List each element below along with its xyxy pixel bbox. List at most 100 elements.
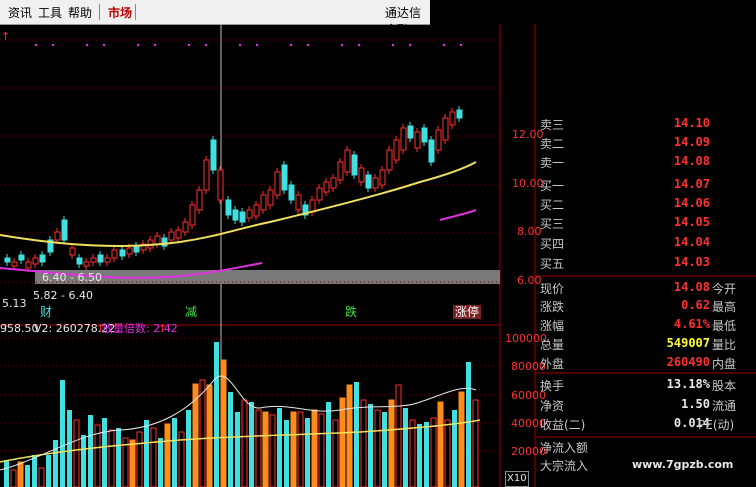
quote-value: 260490 [666, 355, 710, 369]
buy-price[interactable]: 14.05 [600, 215, 710, 229]
volume-bar [305, 418, 310, 487]
marker-fall: 跌 [345, 305, 358, 319]
candle-body [295, 194, 302, 211]
quote-label: 外盘 [540, 357, 565, 371]
quote-label: 涨跌 [540, 300, 565, 314]
marker-finance: 财 [40, 305, 53, 319]
volume-bar [67, 410, 72, 487]
candle-body [358, 167, 365, 183]
candle-body [189, 204, 196, 226]
volume-unit: X10 [505, 471, 529, 487]
volume-bar [53, 440, 58, 487]
volume-bar [10, 469, 17, 487]
fundamental-value: 13.18% [666, 377, 710, 391]
buy-price[interactable]: 14.07 [600, 177, 710, 191]
quote-value: 14.08 [673, 280, 710, 294]
sell-price[interactable]: 14.10 [600, 116, 710, 130]
buy-price[interactable]: 14.04 [600, 235, 710, 249]
quote-label: 涨幅 [540, 319, 565, 333]
candle-body [69, 247, 76, 256]
volume-bar [241, 399, 248, 487]
up-arrow-icon: ↑ [1, 30, 10, 43]
volume-bar [88, 415, 93, 487]
volume-bar [318, 413, 325, 487]
volume-bar [129, 439, 136, 487]
price-tick: 12.00 [512, 128, 544, 141]
signal-dot [136, 43, 140, 47]
price-tick: 6.00 [517, 274, 542, 287]
candle-body [239, 211, 246, 223]
sell-price[interactable]: 14.08 [600, 154, 710, 168]
volume-bar [102, 418, 107, 487]
quote-value: 4.61% [673, 317, 710, 331]
fundamental-label: 净资 [540, 399, 565, 413]
fundamental-tail-label: PE(动) [698, 418, 735, 432]
sell-label: 卖二 [540, 137, 565, 151]
volume-bar [452, 410, 457, 487]
volume-bar [255, 409, 262, 487]
candle-body [126, 247, 133, 255]
price-grid [0, 39, 500, 283]
volume-bar [199, 379, 206, 487]
candle-body [4, 257, 11, 263]
volume-bar [60, 380, 65, 487]
quote-tail-label: 今开 [712, 282, 737, 296]
signal-dot [238, 43, 242, 47]
low-price-label: 5.13 [2, 297, 27, 310]
candle-body [61, 219, 68, 241]
sell-price[interactable]: 14.09 [600, 135, 710, 149]
volume-bar [108, 429, 115, 487]
buy-price[interactable]: 14.06 [600, 196, 710, 210]
volume-bar [228, 392, 233, 487]
candle-body [133, 245, 140, 253]
volume-bar [409, 419, 416, 487]
candle-body [400, 127, 407, 151]
volume-bar [326, 402, 331, 487]
candle-body [32, 257, 39, 265]
candle-body [449, 111, 456, 126]
candle-body [203, 159, 210, 191]
candle-body [323, 181, 330, 193]
watermark: www.7gpzb.com [632, 458, 734, 471]
candle-body [232, 209, 239, 221]
volume-bar [284, 420, 289, 487]
quote-tail-label: 最高 [712, 300, 737, 314]
volume-bar [354, 382, 359, 487]
volume-bar [346, 384, 353, 487]
price-tick: 10.00 [512, 177, 544, 190]
volume-bar [249, 402, 254, 487]
buy-label: 买四 [540, 237, 565, 251]
signal-dot [102, 43, 106, 47]
candle-body [435, 129, 442, 151]
volume-bar [339, 397, 346, 487]
buy-label: 买一 [540, 179, 565, 193]
candle-body [379, 169, 386, 186]
range-label: 6.40 - 6.50 [42, 271, 102, 284]
volume-bar [424, 422, 429, 487]
volume-bar [360, 399, 367, 487]
candle-body [90, 257, 97, 263]
fundamental-label: 换手 [540, 379, 565, 393]
quote-tail-label: 最低 [712, 319, 737, 333]
volume-bar [382, 412, 387, 487]
volume-bar [4, 460, 9, 487]
volume-bar [388, 399, 395, 487]
marker-reduce: 减 [185, 305, 198, 319]
candle-body [344, 149, 351, 173]
quote-tail-label: 内盘 [712, 357, 737, 371]
volume-bar [458, 391, 465, 487]
quote-label: 总量 [540, 338, 565, 352]
volume-bar [290, 411, 297, 487]
candle-body [225, 199, 232, 216]
net-inflow-label: 净流入额 [540, 441, 589, 455]
volume-bar [172, 418, 177, 487]
buy-label: 买五 [540, 257, 565, 271]
fundamental-value: 1.50 [681, 397, 710, 411]
signal-dots [34, 43, 463, 47]
candle-body [154, 235, 161, 245]
buy-price[interactable]: 14.03 [600, 255, 710, 269]
volume-bar [235, 412, 240, 487]
volume-bar [437, 401, 444, 487]
candle-body [18, 254, 25, 261]
sell-label: 卖三 [540, 118, 565, 132]
